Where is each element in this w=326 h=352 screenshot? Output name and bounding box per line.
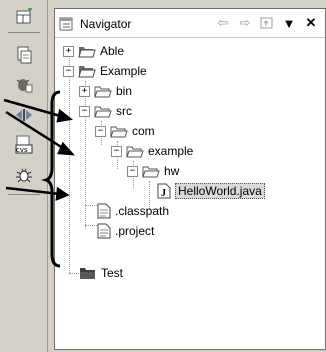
close-icon[interactable]: ✕ xyxy=(303,15,319,31)
up-folder-icon[interactable] xyxy=(259,15,275,31)
tree-item-able[interactable]: + Able xyxy=(63,41,124,61)
bug-icon[interactable] xyxy=(12,164,36,186)
tree-item-label: Test xyxy=(101,266,124,280)
project-folder-icon xyxy=(78,44,96,58)
cvs-repository-icon[interactable]: cvs xyxy=(12,134,36,156)
perspective-toolbar: cvs xyxy=(0,0,48,352)
tree-item-com[interactable]: − com xyxy=(95,121,155,141)
debug-perspective-icon[interactable] xyxy=(12,74,36,96)
tree-item-label: com xyxy=(132,124,155,138)
tree-item-label: Example xyxy=(100,64,147,78)
navigator-view: Navigator ⇦ ⇨ ▼ ✕ + Able − Example + bin… xyxy=(54,8,326,350)
tree-item-hw[interactable]: − hw xyxy=(127,161,179,181)
java-file-icon: J xyxy=(157,183,171,199)
tree-item-test[interactable]: Test xyxy=(79,263,123,283)
collapse-toggle[interactable]: − xyxy=(127,165,138,177)
folder-open-icon xyxy=(94,104,112,118)
collapse-toggle[interactable]: − xyxy=(111,145,122,157)
folder-open-icon xyxy=(142,164,160,178)
tree-item-bin[interactable]: + bin xyxy=(79,81,132,101)
tree-item-label-selected: HelloWorld.java xyxy=(175,183,265,199)
resource-tree: + Able − Example + bin − src − com − exa… xyxy=(55,39,325,344)
file-icon xyxy=(97,203,111,219)
tree-item-helloworld[interactable]: J HelloWorld.java xyxy=(157,181,265,201)
tree-item-label: src xyxy=(116,104,132,118)
tree-item-src[interactable]: − src xyxy=(79,101,132,121)
folder-open-icon xyxy=(126,144,144,158)
tree-item-label: bin xyxy=(116,84,133,98)
tree-item-example[interactable]: − Example xyxy=(63,61,147,81)
tree-item-example-package[interactable]: − example xyxy=(111,141,193,161)
navigator-icon xyxy=(59,16,75,32)
tree-item-label: hw xyxy=(164,164,180,178)
tree-item-classpath[interactable]: .classpath xyxy=(97,201,169,221)
expand-toggle[interactable]: + xyxy=(79,85,90,97)
collapse-toggle[interactable]: − xyxy=(95,125,106,137)
open-perspective-icon[interactable] xyxy=(12,6,36,28)
toolbar-separator xyxy=(8,194,40,195)
view-title: Navigator xyxy=(80,17,132,31)
svg-text:J: J xyxy=(161,188,166,199)
file-icon xyxy=(97,223,111,239)
team-sync-icon[interactable] xyxy=(12,104,36,126)
resource-perspective-icon[interactable] xyxy=(12,44,36,66)
tree-item-project[interactable]: .project xyxy=(97,221,154,241)
tree-item-label: .project xyxy=(115,224,155,238)
view-titlebar: Navigator ⇦ ⇨ ▼ ✕ xyxy=(55,9,325,38)
navigator-tab[interactable]: Navigator xyxy=(59,13,131,35)
closed-project-icon xyxy=(79,266,97,280)
project-folder-open-icon xyxy=(78,64,96,78)
folder-open-icon xyxy=(110,124,128,138)
expand-toggle[interactable]: + xyxy=(63,45,74,57)
collapse-toggle[interactable]: − xyxy=(79,105,90,117)
view-menu-icon[interactable]: ▼ xyxy=(281,15,297,31)
tree-item-label: example xyxy=(148,144,194,158)
navigator-panel: Navigator ⇦ ⇨ ▼ ✕ + Able − Example + bin… xyxy=(48,0,326,352)
collapse-toggle[interactable]: − xyxy=(63,65,74,77)
tree-item-label: Able xyxy=(100,44,125,58)
tree-item-label: .classpath xyxy=(115,204,170,218)
cvs-label: cvs xyxy=(16,146,28,154)
back-arrow-icon[interactable]: ⇦ xyxy=(215,15,231,31)
folder-icon xyxy=(94,84,112,98)
toolbar-separator xyxy=(8,32,40,33)
forward-arrow-icon[interactable]: ⇨ xyxy=(237,15,253,31)
